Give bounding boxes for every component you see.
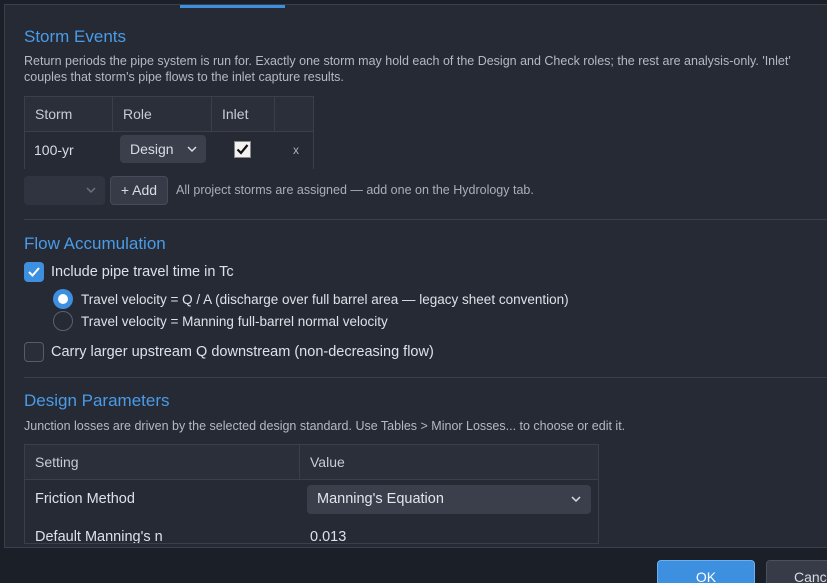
column-value: Value (310, 454, 345, 470)
velocity-manning-label: Travel velocity = Manning full-barrel no… (81, 314, 388, 329)
table-row: 100-yr Design x (25, 132, 313, 169)
storm-picker-dropdown[interactable] (24, 176, 105, 205)
column-setting: Setting (25, 445, 300, 480)
velocity-q-over-a-label: Travel velocity = Q / A (discharge over … (81, 292, 569, 307)
section-divider (24, 219, 827, 220)
storm-table-header: Storm Role Inlet (25, 97, 313, 132)
carry-upstream-label: Carry larger upstream Q downstream (non-… (51, 344, 434, 360)
storm-table: Storm Role Inlet 100-yr Design x (24, 96, 314, 169)
friction-method-dropdown[interactable]: Manning's Equation (307, 485, 591, 514)
storm-events-description-1: Return periods the pipe system is run fo… (24, 54, 791, 68)
add-storm-button[interactable]: + Add (110, 176, 168, 205)
design-parameters-title: Design Parameters (24, 391, 170, 410)
cancel-button[interactable]: Cancel (766, 560, 827, 583)
friction-method-value: Manning's Equation (317, 491, 444, 507)
include-travel-time-label: Include pipe travel time in Tc (51, 264, 234, 280)
storm-events-title: Storm Events (24, 27, 127, 46)
carry-upstream-checkbox[interactable] (24, 342, 44, 362)
role-dropdown[interactable]: Design (120, 135, 206, 163)
check-icon (28, 267, 40, 277)
setting-name: Default Manning's n (35, 529, 163, 544)
chevron-down-icon (86, 187, 96, 194)
storm-name: 100-yr (34, 142, 74, 158)
remove-storm-button[interactable]: x (289, 132, 303, 169)
column-storm: Storm (25, 97, 113, 132)
setting-name: Friction Method (35, 491, 135, 507)
inlet-checkbox[interactable] (234, 141, 251, 158)
chevron-down-icon (571, 496, 581, 503)
storm-events-description-2: couples that storm's pipe flows to the i… (24, 70, 344, 84)
table-row: Default Manning's n 0.013 (25, 518, 598, 544)
column-inlet: Inlet (212, 97, 275, 132)
ok-button[interactable]: OK (657, 560, 755, 583)
flow-accumulation-title: Flow Accumulation (24, 234, 166, 253)
add-storm-note: All project storms are assigned — add on… (176, 183, 534, 197)
design-parameters-header: Setting Value (25, 445, 598, 480)
table-row: Friction Method Manning's Equation (25, 480, 598, 518)
design-parameters-description: Junction losses are driven by the select… (24, 419, 626, 433)
include-travel-time-checkbox[interactable] (24, 262, 44, 282)
settings-panel: Storm Events Return periods the pipe sys… (4, 4, 827, 548)
velocity-manning-radio[interactable] (53, 311, 73, 331)
section-divider (24, 377, 827, 378)
role-value: Design (130, 141, 174, 157)
mannings-n-input[interactable]: 0.013 (300, 518, 346, 543)
column-actions (275, 97, 315, 132)
column-role: Role (113, 97, 212, 132)
check-icon (236, 144, 249, 155)
chevron-down-icon (187, 146, 197, 153)
velocity-q-over-a-radio[interactable] (53, 289, 73, 309)
design-parameters-table: Setting Value Friction Method Manning's … (24, 444, 599, 544)
active-tab-indicator (180, 5, 285, 8)
